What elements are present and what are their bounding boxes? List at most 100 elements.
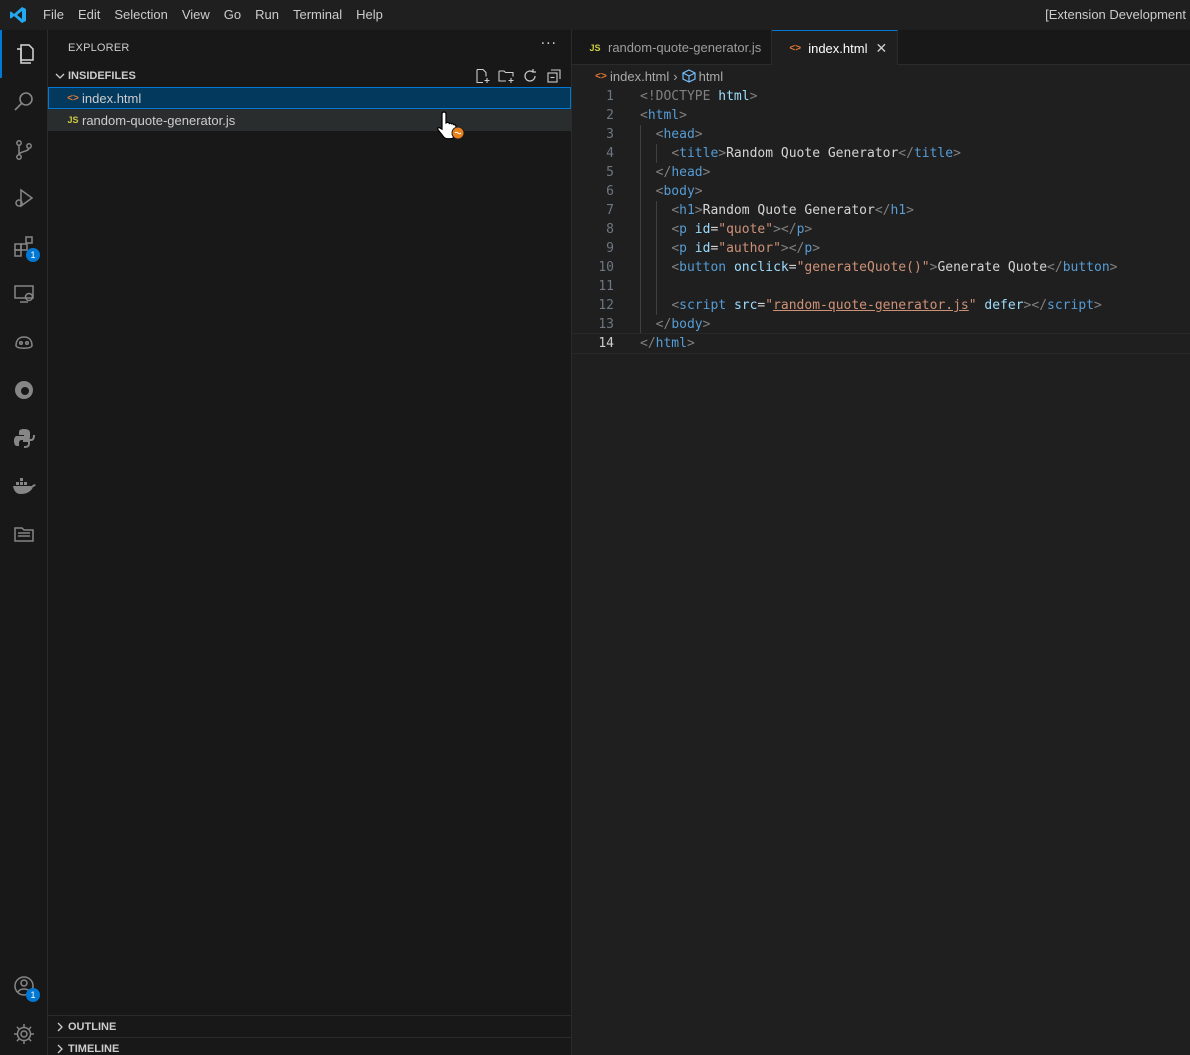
- code-text: <h1>Random Quote Generator</h1>: [640, 201, 914, 220]
- code-token: body: [663, 184, 695, 199]
- explorer-icon[interactable]: [0, 30, 48, 78]
- code-token: Random Quote Generator: [726, 146, 899, 161]
- menu-edit[interactable]: Edit: [71, 0, 107, 30]
- python-icon[interactable]: [0, 414, 48, 462]
- vscode-logo-icon: [0, 0, 36, 30]
- code-token: >: [749, 89, 758, 104]
- code-token: >: [718, 146, 727, 161]
- code-token: <: [671, 298, 680, 313]
- remote-explorer-icon[interactable]: [0, 270, 48, 318]
- code-token: html: [718, 89, 750, 104]
- code-token: <!DOCTYPE: [640, 89, 719, 104]
- code-token: ></: [1023, 298, 1048, 313]
- code-line[interactable]: 12 <script src="random-quote-generator.j…: [572, 296, 1190, 315]
- code-token: "generateQuote()": [796, 260, 930, 275]
- new-file-icon[interactable]: [473, 67, 491, 85]
- docker-icon[interactable]: [0, 462, 48, 510]
- code-token: ": [765, 298, 774, 313]
- line-number: 10: [598, 260, 614, 275]
- code-token: </: [1047, 260, 1063, 275]
- code-line[interactable]: 4 <title>Random Quote Generator</title>: [572, 144, 1190, 163]
- code-line[interactable]: 13 </body>: [572, 315, 1190, 334]
- folder-section-header[interactable]: INSIDEFILES: [48, 65, 571, 87]
- outline-section[interactable]: OUTLINE: [48, 1015, 572, 1037]
- breadcrumb: <> index.html › html: [572, 65, 1190, 87]
- code-line[interactable]: 11: [572, 277, 1190, 296]
- chevron-right-icon: [52, 1041, 68, 1055]
- menu-help[interactable]: Help: [349, 0, 390, 30]
- accounts-icon[interactable]: 1: [0, 962, 48, 1010]
- code-line[interactable]: 5 </head>: [572, 163, 1190, 182]
- code-token: random-quote-generator.js: [773, 298, 969, 313]
- code-token: >: [694, 184, 703, 199]
- file-item-random-quote-generator-js[interactable]: JS random-quote-generator.js: [48, 109, 571, 131]
- code-token: h1: [890, 203, 907, 218]
- js-file-icon: JS: [589, 42, 601, 53]
- settings-gear-icon[interactable]: [0, 1010, 48, 1055]
- tab-index-html[interactable]: <> index.html ✕: [772, 30, 899, 65]
- menu-selection[interactable]: Selection: [107, 0, 174, 30]
- tab-random-quote-generator-js[interactable]: JS random-quote-generator.js: [572, 30, 773, 65]
- menu-view[interactable]: View: [175, 0, 217, 30]
- code-token: </: [898, 146, 914, 161]
- code-line[interactable]: 1 <!DOCTYPE html>: [572, 87, 1190, 106]
- line-number: 13: [598, 317, 614, 332]
- code-line[interactable]: 14 </html>: [571, 333, 1190, 354]
- line-number: 2: [606, 108, 614, 123]
- indent-guide: [640, 277, 641, 296]
- breadcrumb-file[interactable]: index.html: [610, 69, 669, 84]
- code-token: <: [671, 222, 680, 237]
- code-line[interactable]: 2 <html>: [572, 106, 1190, 125]
- code-token: >: [694, 127, 703, 142]
- code-line[interactable]: 9 <p id="author"></p>: [572, 239, 1190, 258]
- new-folder-icon[interactable]: [497, 67, 515, 85]
- html-file-icon: <>: [595, 70, 607, 82]
- search-icon[interactable]: [0, 78, 48, 126]
- code-token: button: [1062, 260, 1110, 275]
- code-line[interactable]: 8 <p id="quote"></p>: [572, 220, 1190, 239]
- file-name: index.html: [82, 90, 142, 106]
- menu-file[interactable]: File: [36, 0, 71, 30]
- folder-actions: [473, 67, 563, 85]
- code-token: </: [655, 317, 672, 332]
- file-item-index-html[interactable]: <> index.html: [48, 87, 571, 109]
- extensions-icon[interactable]: 1: [0, 222, 48, 270]
- refresh-icon[interactable]: [521, 67, 539, 85]
- code-line[interactable]: 6 <body>: [572, 182, 1190, 201]
- code-editor[interactable]: 1 <!DOCTYPE html> 2 <html> 3 <head> 4 <title>…: [571, 87, 1190, 354]
- code-token: </: [640, 336, 656, 351]
- menu-run[interactable]: Run: [248, 0, 286, 30]
- code-text: <body>: [640, 182, 703, 201]
- code-line[interactable]: 7 <h1>Random Quote Generator</h1>: [572, 201, 1190, 220]
- code-token: onclick: [733, 260, 789, 275]
- timeline-section[interactable]: TIMELINE: [48, 1037, 572, 1055]
- project-manager-icon[interactable]: [0, 510, 48, 558]
- breadcrumb-symbol[interactable]: html: [699, 69, 724, 84]
- edge-icon[interactable]: [0, 366, 48, 414]
- explorer-sidebar: EXPLORER ··· INSIDEFILES <> index.html J…: [48, 30, 572, 1055]
- close-icon[interactable]: ✕: [875, 40, 887, 57]
- line-number: 7: [606, 203, 614, 218]
- code-token: "author": [718, 241, 781, 256]
- line-number: 5: [606, 165, 614, 180]
- source-control-icon[interactable]: [0, 126, 48, 174]
- code-token: html: [647, 108, 680, 123]
- collapse-all-icon[interactable]: [545, 67, 563, 85]
- run-debug-icon[interactable]: [0, 174, 48, 222]
- code-token: defer: [984, 298, 1024, 313]
- menu-go[interactable]: Go: [217, 0, 248, 30]
- code-token: >: [1094, 298, 1102, 313]
- menu-terminal[interactable]: Terminal: [286, 0, 349, 30]
- copilot-icon[interactable]: [0, 318, 48, 366]
- chevron-right-icon: [52, 1019, 68, 1035]
- code-token: <: [671, 203, 680, 218]
- code-text: <button onclick="generateQuote()">Genera…: [640, 258, 1117, 277]
- code-line[interactable]: 3 <head>: [572, 125, 1190, 144]
- code-line[interactable]: 10 <button onclick="generateQuote()">Gen…: [572, 258, 1190, 277]
- more-actions-icon[interactable]: ···: [541, 36, 557, 52]
